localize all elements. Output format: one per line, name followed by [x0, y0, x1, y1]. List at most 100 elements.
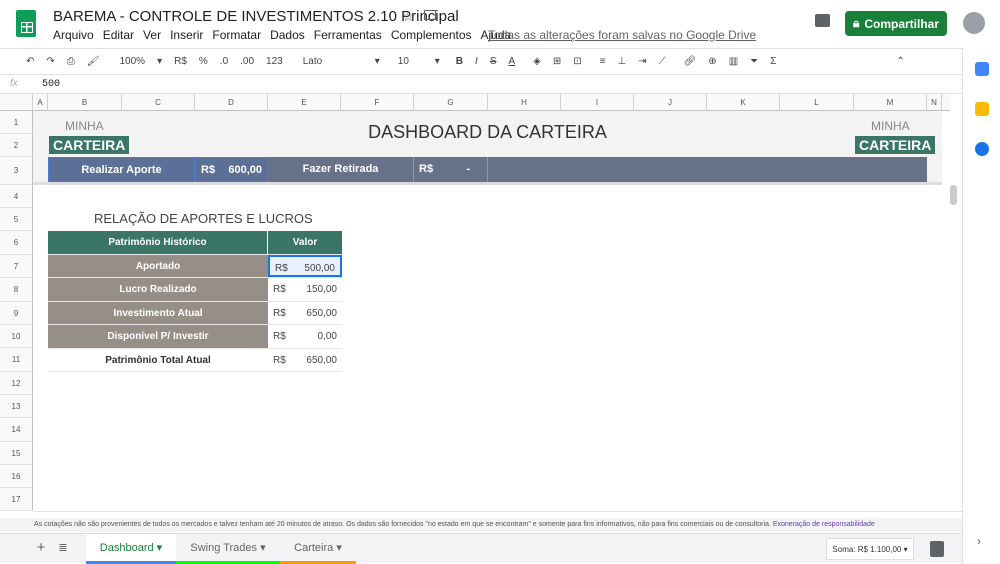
comment-add-icon[interactable]: ⊕ [708, 56, 716, 67]
column-header[interactable]: N [927, 94, 942, 111]
row-header[interactable]: 17 [0, 488, 33, 511]
collapse-icon[interactable]: ⌃ [896, 56, 904, 67]
font-select[interactable]: Lato [303, 56, 363, 67]
column-header[interactable]: L [780, 94, 854, 111]
avatar[interactable] [963, 12, 985, 34]
row-header[interactable]: 5 [0, 208, 33, 231]
vertical-scrollbar[interactable] [950, 185, 957, 205]
chart-icon[interactable]: ▥ [729, 56, 738, 67]
row-header[interactable]: 2 [0, 134, 33, 157]
horizontal-scrollbar[interactable] [33, 511, 962, 518]
row-header[interactable]: 10 [0, 325, 33, 348]
link-icon[interactable]: 🔗︎ [684, 56, 697, 67]
value-cell[interactable]: R$ 150,00 [268, 278, 342, 301]
menu-ferramentas[interactable]: Ferramentas [314, 28, 382, 42]
menu-ver[interactable]: Ver [143, 28, 161, 42]
frozen-divider[interactable] [33, 182, 942, 185]
value-cell[interactable]: R$ 650,00 [268, 349, 342, 372]
strikethrough-button[interactable]: S [490, 56, 497, 67]
column-header[interactable]: C [122, 94, 195, 111]
align-icon[interactable]: ≡ [600, 56, 606, 67]
valign-icon[interactable]: ⊥ [617, 56, 626, 67]
print-icon[interactable]: ⎙ [67, 56, 75, 67]
italic-button[interactable]: I [475, 56, 478, 67]
fill-color-icon[interactable]: ◈ [533, 56, 541, 67]
merge-icon[interactable]: ⊡ [573, 56, 581, 67]
value-cell[interactable]: R$ 0,00 [268, 325, 342, 348]
row-header[interactable]: 7 [0, 255, 33, 278]
column-header[interactable]: I [561, 94, 634, 111]
sheets-logo[interactable] [16, 10, 36, 37]
row-header[interactable]: 1 [0, 111, 33, 134]
tasks-icon[interactable] [975, 142, 989, 156]
undo-icon[interactable]: ↶ [26, 56, 34, 67]
text-color-button[interactable]: A [508, 56, 515, 67]
calendar-icon[interactable] [975, 62, 989, 76]
tab-swing-trades[interactable]: Swing Trades ▾ [176, 534, 280, 564]
disclaimer-link[interactable]: Exoneração de responsabilidade [773, 521, 875, 528]
explore-icon[interactable] [930, 541, 944, 557]
more-formats-button[interactable]: 123 [266, 56, 283, 67]
column-header[interactable]: H [488, 94, 561, 111]
tab-dashboard[interactable]: Dashboard ▾ [86, 534, 176, 564]
row-header[interactable]: 3 [0, 157, 33, 185]
column-header[interactable]: D [195, 94, 268, 111]
star-icon[interactable]: ☆ [402, 8, 415, 25]
formula-input[interactable]: 500 [42, 79, 60, 90]
row-header[interactable]: 11 [0, 348, 33, 372]
increase-decimal-button[interactable]: .00 [240, 56, 254, 67]
realizar-aporte-label[interactable]: Realizar Aporte [48, 157, 195, 182]
menu-complementos[interactable]: Complementos [391, 28, 472, 42]
currency-format-button[interactable]: R$ [174, 56, 187, 67]
selected-cell[interactable]: R$ 500,00 [268, 254, 342, 277]
wrap-icon[interactable]: ⇥ [638, 56, 646, 67]
column-header[interactable]: F [341, 94, 414, 111]
menu-inserir[interactable]: Inserir [170, 28, 203, 42]
row-header[interactable]: 4 [0, 185, 33, 208]
column-header[interactable]: B [48, 94, 122, 111]
row-header[interactable]: 8 [0, 278, 33, 302]
select-all[interactable] [0, 94, 33, 111]
functions-icon[interactable]: Σ [770, 56, 776, 67]
fazer-retirada-label[interactable]: Fazer Retirada [268, 157, 414, 182]
retirada-value-cell[interactable]: R$ - [414, 157, 488, 182]
row-header[interactable]: 14 [0, 418, 33, 442]
comments-icon[interactable] [815, 14, 830, 27]
filter-icon[interactable]: ⏷ [750, 56, 758, 67]
column-header[interactable]: K [707, 94, 780, 111]
menu-dados[interactable]: Dados [270, 28, 305, 42]
column-header[interactable]: E [268, 94, 341, 111]
rotate-icon[interactable]: ⟋ [659, 56, 666, 67]
save-status-link[interactable]: Todas as alterações foram salvas no Goog… [488, 28, 756, 42]
column-header[interactable]: G [414, 94, 488, 111]
row-header[interactable]: 15 [0, 442, 33, 465]
paint-format-icon[interactable]: 🖌︎ [87, 56, 100, 67]
document-title[interactable]: BAREMA - CONTROLE DE INVESTIMENTOS 2.10 … [53, 8, 459, 25]
sum-display[interactable]: Soma: R$ 1.100,00 ▾ [826, 538, 914, 560]
menu-editar[interactable]: Editar [103, 28, 134, 42]
add-sheet-icon[interactable]: + [34, 534, 48, 564]
percent-format-button[interactable]: % [199, 56, 208, 67]
font-size-select[interactable]: 10 [398, 56, 423, 67]
expand-panel-icon[interactable]: › [977, 534, 981, 548]
bold-button[interactable]: B [456, 56, 463, 67]
row-header[interactable]: 13 [0, 395, 33, 418]
borders-icon[interactable]: ⊞ [553, 56, 561, 67]
menu-arquivo[interactable]: Arquivo [53, 28, 94, 42]
row-header[interactable]: 12 [0, 372, 33, 395]
menu-formatar[interactable]: Formatar [212, 28, 261, 42]
row-header[interactable]: 16 [0, 465, 33, 488]
column-header[interactable]: A [33, 94, 48, 111]
zoom-select[interactable]: 100% [119, 56, 145, 67]
share-button[interactable]: 🔒︎ Compartilhar [845, 11, 947, 36]
keep-icon[interactable] [975, 102, 989, 116]
redo-icon[interactable]: ↷ [46, 56, 54, 67]
row-header[interactable]: 6 [0, 231, 33, 255]
all-sheets-icon[interactable]: ≣ [56, 534, 70, 564]
move-folder-icon[interactable] [424, 10, 436, 20]
aporte-value-cell[interactable]: R$ 600,00 [195, 157, 268, 182]
column-header[interactable]: J [634, 94, 707, 111]
row-header[interactable]: 9 [0, 302, 33, 325]
tab-carteira[interactable]: Carteira ▾ [280, 534, 356, 564]
column-header[interactable]: M [854, 94, 927, 111]
